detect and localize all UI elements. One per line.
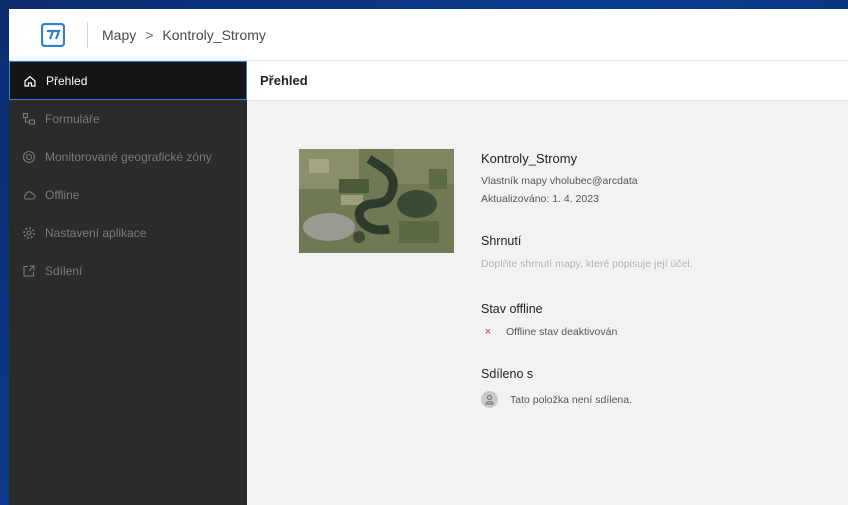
sidebar-item-label: Sdílení xyxy=(45,264,83,278)
summary-placeholder[interactable]: Doplňte shrnutí mapy, které popisuje jej… xyxy=(481,258,821,270)
map-details: Kontroly_Stromy Vlastník mapy vholubec@a… xyxy=(481,149,821,408)
top-bar: Mapy > Kontroly_Stromy xyxy=(9,9,848,61)
sidebar-item-app-settings[interactable]: Nastavení aplikace xyxy=(9,214,247,252)
topbar-divider xyxy=(87,21,88,48)
sidebar: Přehled Formuláře Monitorované geografic… xyxy=(9,61,247,505)
breadcrumb-maps[interactable]: Mapy xyxy=(102,27,136,43)
map-owner: Vlastník mapy vholubec@arcdata xyxy=(481,175,638,187)
sidebar-item-label: Monitorované geografické zóny xyxy=(45,150,212,164)
shared-heading: Sdíleno s xyxy=(481,367,534,381)
offline-heading: Stav offline xyxy=(481,302,543,316)
app-logo-icon[interactable] xyxy=(41,22,65,47)
form-icon xyxy=(21,111,37,127)
user-avatar-icon xyxy=(481,391,498,408)
shared-section: Sdíleno s Tato položka není sdílena. xyxy=(481,367,821,408)
offline-status: Offline stav deaktivován xyxy=(506,326,618,338)
offline-section: Stav offline × Offline stav deaktivován xyxy=(481,302,821,338)
gear-icon xyxy=(21,225,37,241)
geofence-icon xyxy=(21,149,37,165)
overview-content: Kontroly_Stromy Vlastník mapy vholubec@a… xyxy=(247,101,848,505)
summary-section: Shrnutí Doplňte shrnutí mapy, které popi… xyxy=(481,234,821,270)
sidebar-item-sharing[interactable]: Sdílení xyxy=(9,252,247,290)
map-thumbnail[interactable] xyxy=(299,149,454,253)
sidebar-item-label: Přehled xyxy=(46,73,88,88)
map-updated: Aktualizováno: 1. 4. 2023 xyxy=(481,193,599,205)
app-window: Mapy > Kontroly_Stromy Přehled Formuláře… xyxy=(9,9,848,505)
breadcrumb-current: Kontroly_Stromy xyxy=(162,26,266,43)
cloud-offline-icon xyxy=(21,187,37,203)
sidebar-item-forms[interactable]: Formuláře xyxy=(9,100,247,138)
sidebar-item-label: Formuláře xyxy=(45,112,100,126)
breadcrumb-chevron-icon: > xyxy=(145,26,154,43)
offline-status-row: × Offline stav deaktivován xyxy=(481,326,821,338)
map-title: Kontroly_Stromy xyxy=(481,151,578,166)
share-icon xyxy=(21,263,37,279)
page-title: Přehled xyxy=(247,61,848,101)
sidebar-item-overview[interactable]: Přehled xyxy=(9,61,247,100)
sidebar-item-label: Offline xyxy=(45,188,80,202)
shared-status-row: Tato položka není sdílena. xyxy=(481,391,821,408)
x-mark-icon: × xyxy=(484,326,492,338)
home-icon xyxy=(22,73,38,89)
sidebar-item-label: Nastavení aplikace xyxy=(45,226,147,240)
sidebar-item-geofences[interactable]: Monitorované geografické zóny xyxy=(9,138,247,176)
summary-heading: Shrnutí xyxy=(481,234,522,248)
sidebar-item-offline[interactable]: Offline xyxy=(9,176,247,214)
shared-status: Tato položka není sdílena. xyxy=(510,393,633,406)
